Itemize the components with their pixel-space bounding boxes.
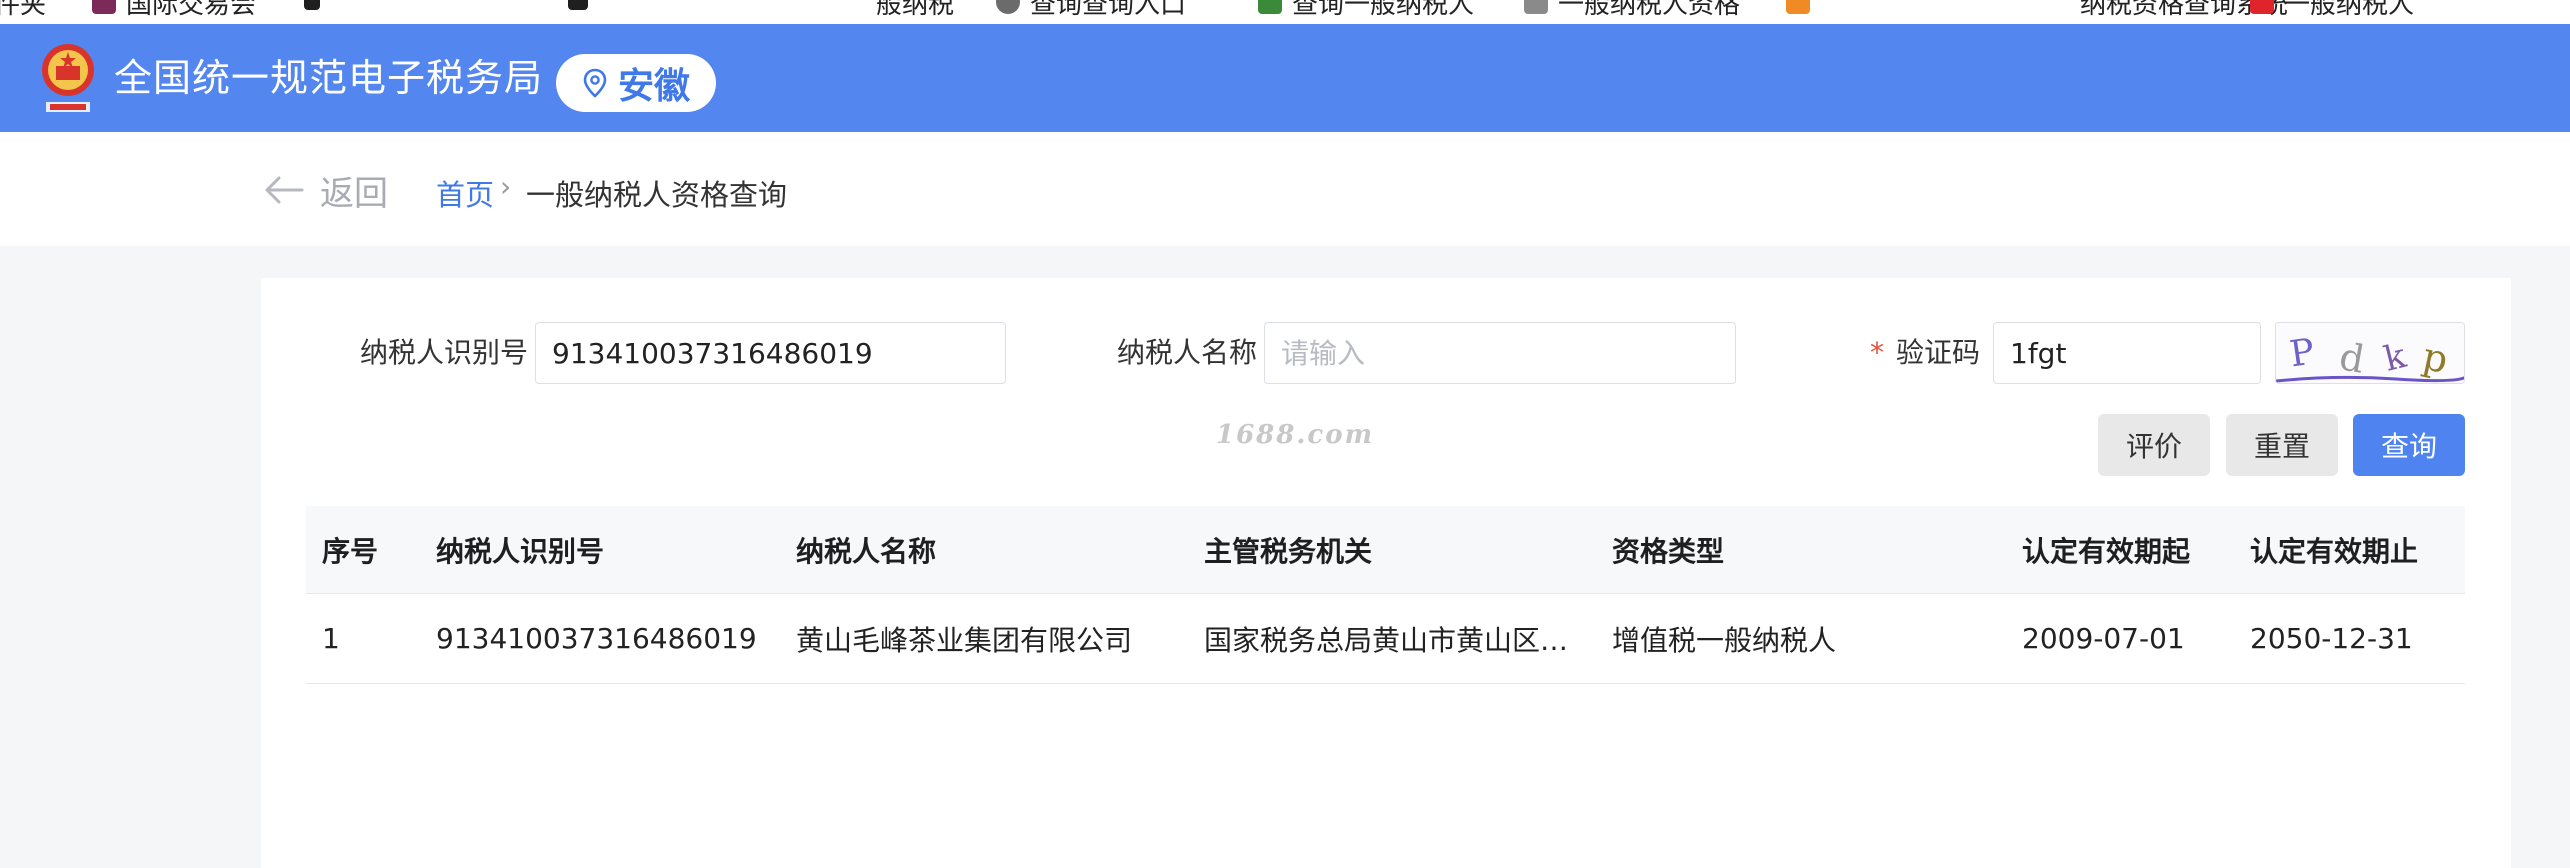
breadcrumb-home-link[interactable]: 首页 [436,172,494,214]
taxpayer-name-input[interactable] [1264,322,1736,384]
table-row[interactable]: 1 913410037316486019 黄山毛峰茶业集团有限公司 国家税务总局… [306,594,2465,684]
arrow-left-icon [265,176,304,204]
evaluate-button[interactable]: 评价 [2098,414,2210,476]
bookmark-favicon-icon [92,0,116,14]
query-button[interactable]: 查询 [2353,414,2465,476]
table-cell-valid-to: 2050-12-31 [2250,622,2413,655]
table-cell-taxpayer-id: 913410037316486019 [436,622,757,655]
bookmark-favicon-icon [2250,0,2274,14]
table-cell-valid-from: 2009-07-01 [2022,622,2185,655]
column-header: 认定有效期止 [2250,534,2419,568]
bookmark-item[interactable]: 国际交易会 [92,0,256,20]
column-header: 纳税人名称 [796,534,937,568]
captcha-input[interactable] [1993,322,2261,384]
bookmark-item[interactable] [304,0,330,18]
captcha-label: * 验证码 [1870,336,1981,369]
watermark-text: 1688.com [1216,420,1375,450]
bookmark-favicon-icon [996,0,1020,14]
bookmark-favicon-icon [1786,0,1810,14]
bookmark-item[interactable]: 一般纳税人 [2250,0,2414,20]
taxpayer-id-label: 纳税人识别号 [360,336,529,369]
national-emblem-icon [42,44,94,112]
bookmark-favicon-icon [1524,0,1548,14]
column-header: 资格类型 [1612,534,1725,568]
taxpayer-id-input[interactable] [535,322,1006,384]
table-header-row: 序号 纳税人识别号 纳税人名称 主管税务机关 资格类型 认定有效期起 认定有效期… [306,506,2465,594]
breadcrumb-current: 一般纳税人资格查询 [526,178,788,212]
table-cell-qualification-type: 增值税一般纳税人 [1612,623,1837,657]
captcha-image-graphic: P d k p [2276,323,2464,383]
bookmark-item[interactable]: 件夹 [0,0,46,20]
bookmark-item[interactable] [568,0,598,18]
column-header: 序号 [322,534,379,568]
back-label: 返回 [320,173,388,214]
location-pin-icon [583,68,607,98]
bookmarks-bar: 件夹 国际交易会 般纳税 查询查询入口 查询一般纳税人 一般纳税人资格 纳税资格… [0,0,2570,24]
taxpayer-name-label: 纳税人名称 [1117,336,1258,369]
bookmark-favicon-icon [1258,0,1282,14]
bookmark-item[interactable] [1786,0,1820,18]
table-cell-index: 1 [322,622,340,655]
captcha-image[interactable]: P d k p [2275,322,2465,384]
bookmark-item[interactable]: 查询查询入口 [996,0,1186,20]
region-selector[interactable]: 安徽 [556,54,716,112]
required-mark: * [1870,336,1884,369]
bookmark-favicon-icon [568,0,588,10]
bookmark-item[interactable]: 般纳税 [876,0,954,20]
reset-button[interactable]: 重置 [2226,414,2338,476]
results-table: 序号 纳税人识别号 纳税人名称 主管税务机关 资格类型 认定有效期起 认定有效期… [306,506,2465,684]
back-button[interactable]: 返回 [264,168,388,214]
table-cell-taxpayer-name: 黄山毛峰茶业集团有限公司 [796,623,1133,657]
breadcrumb-separator: › [500,170,512,203]
bookmark-item[interactable]: 查询一般纳税人 [1258,0,1474,20]
site-header: 全国统一规范电子税务局 安徽 [0,24,2570,132]
bookmark-item[interactable]: 一般纳税人资格 [1524,0,1740,20]
region-name: 安徽 [617,66,690,107]
column-header: 主管税务机关 [1204,534,1373,568]
site-title: 全国统一规范电子税务局 [114,56,544,100]
table-cell-tax-authority: 国家税务总局黄山市黄山区税务局 [1204,623,1576,657]
column-header: 纳税人识别号 [436,534,605,568]
breadcrumb-bar: 返回 首页 › 一般纳税人资格查询 [0,132,2570,246]
column-header: 认定有效期起 [2022,534,2191,568]
bookmark-favicon-icon [304,0,320,10]
